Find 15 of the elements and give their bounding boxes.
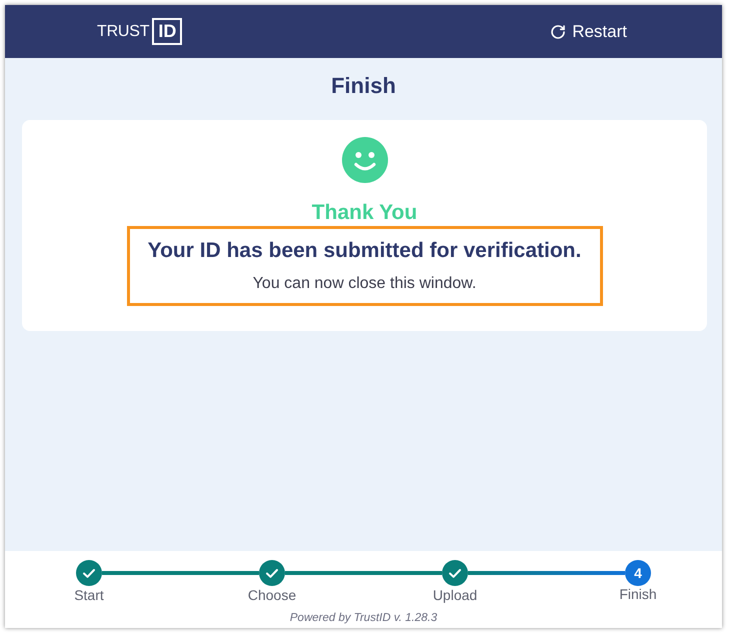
restart-button[interactable]: Restart	[550, 20, 627, 44]
refresh-icon	[550, 24, 566, 40]
smiley-icon	[342, 137, 388, 183]
step-label: Start	[74, 587, 104, 604]
logo-id-mark: ID	[152, 18, 182, 45]
close-window-note: You can now close this window.	[252, 274, 476, 294]
logo-wordmark: TRUST	[97, 22, 150, 42]
thank-you-heading: Thank You	[312, 201, 418, 225]
step-number: 4	[625, 560, 651, 586]
step-label: Finish	[619, 586, 657, 603]
step-label: Choose	[248, 587, 296, 604]
step-label: Upload	[432, 587, 478, 604]
powered-by-text: Powered by TrustID v. 1.28.3	[290, 611, 438, 625]
submitted-message: Your ID has been submitted for verification.	[148, 238, 582, 263]
page-title: Finish	[331, 73, 396, 99]
